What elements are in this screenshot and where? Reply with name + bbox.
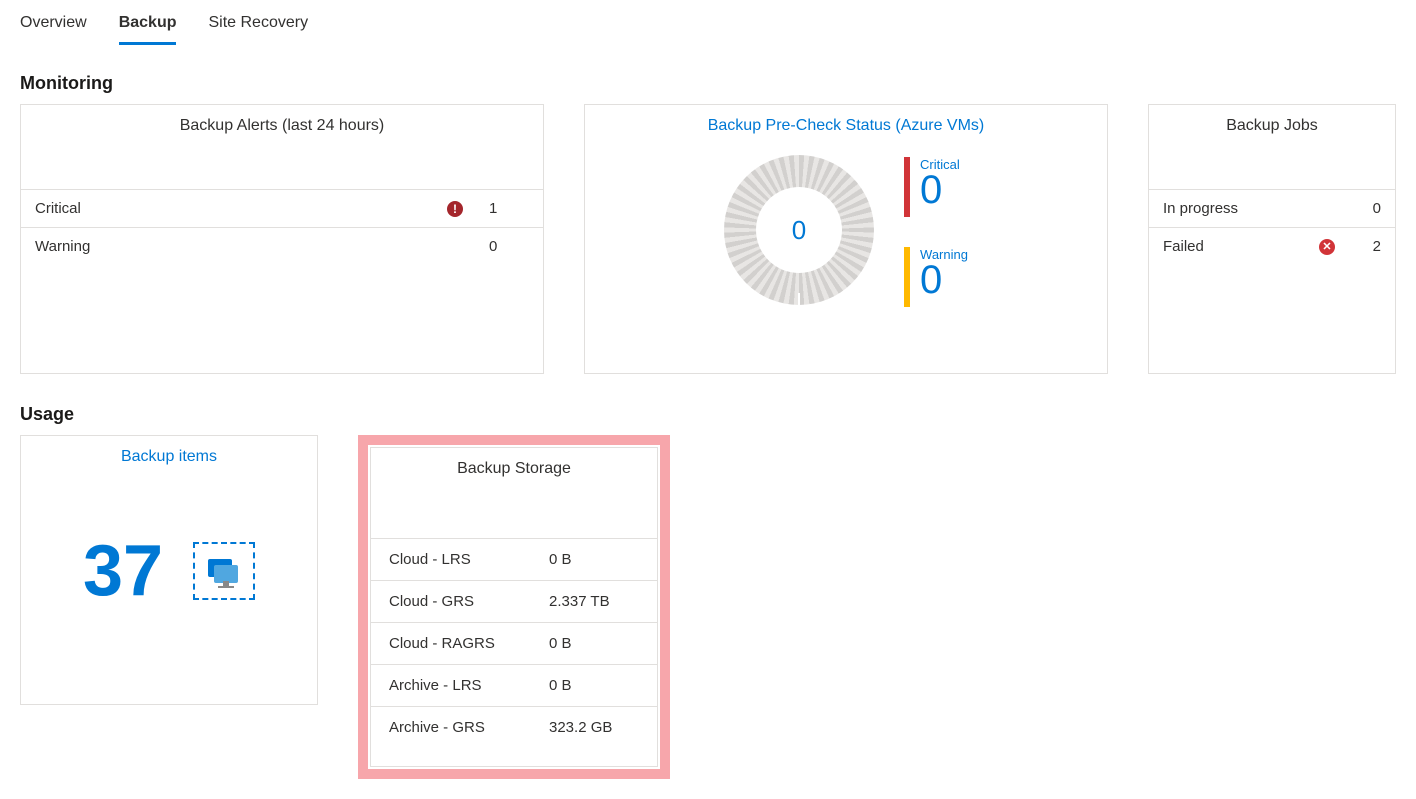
precheck-legend: Critical 0 Warning 0 xyxy=(904,155,968,307)
precheck-donut: 0 xyxy=(724,155,874,305)
storage-value: 2.337 TB xyxy=(549,593,639,610)
card-backup-storage-highlight: Backup Storage Cloud - LRS 0 B Cloud - G… xyxy=(358,435,670,779)
legend-warning[interactable]: Warning 0 xyxy=(904,247,968,307)
failed-icon: ✕ xyxy=(1313,239,1341,255)
storage-value: 0 B xyxy=(549,551,639,568)
usage-row: Backup items 37 Backup Storage Cloud - L… xyxy=(20,435,1396,779)
card-title-precheck[interactable]: Backup Pre-Check Status (Azure VMs) xyxy=(585,105,1107,145)
jobs-row-value: 2 xyxy=(1341,238,1381,255)
storage-value: 323.2 GB xyxy=(549,719,639,736)
precheck-body: 0 Critical 0 Warning 0 xyxy=(585,145,1107,345)
alerts-row-value: 1 xyxy=(469,200,529,217)
storage-value: 0 B xyxy=(549,635,639,652)
card-title-jobs: Backup Jobs xyxy=(1149,105,1395,145)
storage-row[interactable]: Cloud - GRS 2.337 TB xyxy=(371,580,657,622)
jobs-row-failed[interactable]: Failed ✕ 2 xyxy=(1149,227,1395,265)
storage-row[interactable]: Cloud - RAGRS 0 B xyxy=(371,622,657,664)
section-usage-title: Usage xyxy=(20,404,1396,425)
section-monitoring-title: Monitoring xyxy=(20,73,1396,94)
tab-site-recovery[interactable]: Site Recovery xyxy=(208,8,308,45)
backup-items-icon xyxy=(193,542,255,600)
backup-items-count: 37 xyxy=(83,530,163,612)
storage-row[interactable]: Cloud - LRS 0 B xyxy=(371,538,657,580)
alerts-row-label: Critical xyxy=(35,200,441,217)
legend-bar-critical xyxy=(904,157,910,217)
card-title-backup-items[interactable]: Backup items xyxy=(21,436,317,476)
card-backup-storage[interactable]: Backup Storage Cloud - LRS 0 B Cloud - G… xyxy=(370,447,658,767)
tab-backup[interactable]: Backup xyxy=(119,8,177,45)
legend-critical[interactable]: Critical 0 xyxy=(904,157,968,217)
alerts-row-label: Warning xyxy=(35,238,441,255)
monitoring-row: Backup Alerts (last 24 hours) Critical !… xyxy=(20,104,1396,374)
alerts-row-critical[interactable]: Critical ! 1 xyxy=(21,189,543,227)
storage-row[interactable]: Archive - GRS 323.2 GB xyxy=(371,706,657,748)
legend-value: 0 xyxy=(920,172,960,208)
backup-items-body: 37 xyxy=(21,476,317,666)
storage-row[interactable]: Archive - LRS 0 B xyxy=(371,664,657,706)
tab-bar: Overview Backup Site Recovery xyxy=(20,0,1396,45)
alerts-row-value: 0 xyxy=(469,238,529,255)
jobs-row-inprogress[interactable]: In progress 0 xyxy=(1149,189,1395,227)
storage-label: Archive - LRS xyxy=(389,677,549,694)
error-icon: ! xyxy=(441,201,469,217)
jobs-row-label: Failed xyxy=(1163,238,1313,255)
storage-label: Cloud - LRS xyxy=(389,551,549,568)
storage-label: Cloud - GRS xyxy=(389,593,549,610)
legend-value: 0 xyxy=(920,262,968,298)
card-title-storage: Backup Storage xyxy=(371,448,657,488)
jobs-row-value: 0 xyxy=(1341,200,1381,217)
storage-label: Archive - GRS xyxy=(389,719,549,736)
card-backup-jobs[interactable]: Backup Jobs In progress 0 Failed ✕ 2 xyxy=(1148,104,1396,374)
jobs-row-label: In progress xyxy=(1163,200,1313,217)
card-backup-alerts[interactable]: Backup Alerts (last 24 hours) Critical !… xyxy=(20,104,544,374)
alerts-row-warning[interactable]: Warning 0 xyxy=(21,227,543,265)
precheck-center-value: 0 xyxy=(724,155,874,305)
tab-overview[interactable]: Overview xyxy=(20,8,87,45)
storage-label: Cloud - RAGRS xyxy=(389,635,549,652)
card-backup-items[interactable]: Backup items 37 xyxy=(20,435,318,705)
storage-value: 0 B xyxy=(549,677,639,694)
card-title-alerts: Backup Alerts (last 24 hours) xyxy=(21,105,543,145)
card-precheck[interactable]: Backup Pre-Check Status (Azure VMs) 0 Cr… xyxy=(584,104,1108,374)
legend-bar-warning xyxy=(904,247,910,307)
